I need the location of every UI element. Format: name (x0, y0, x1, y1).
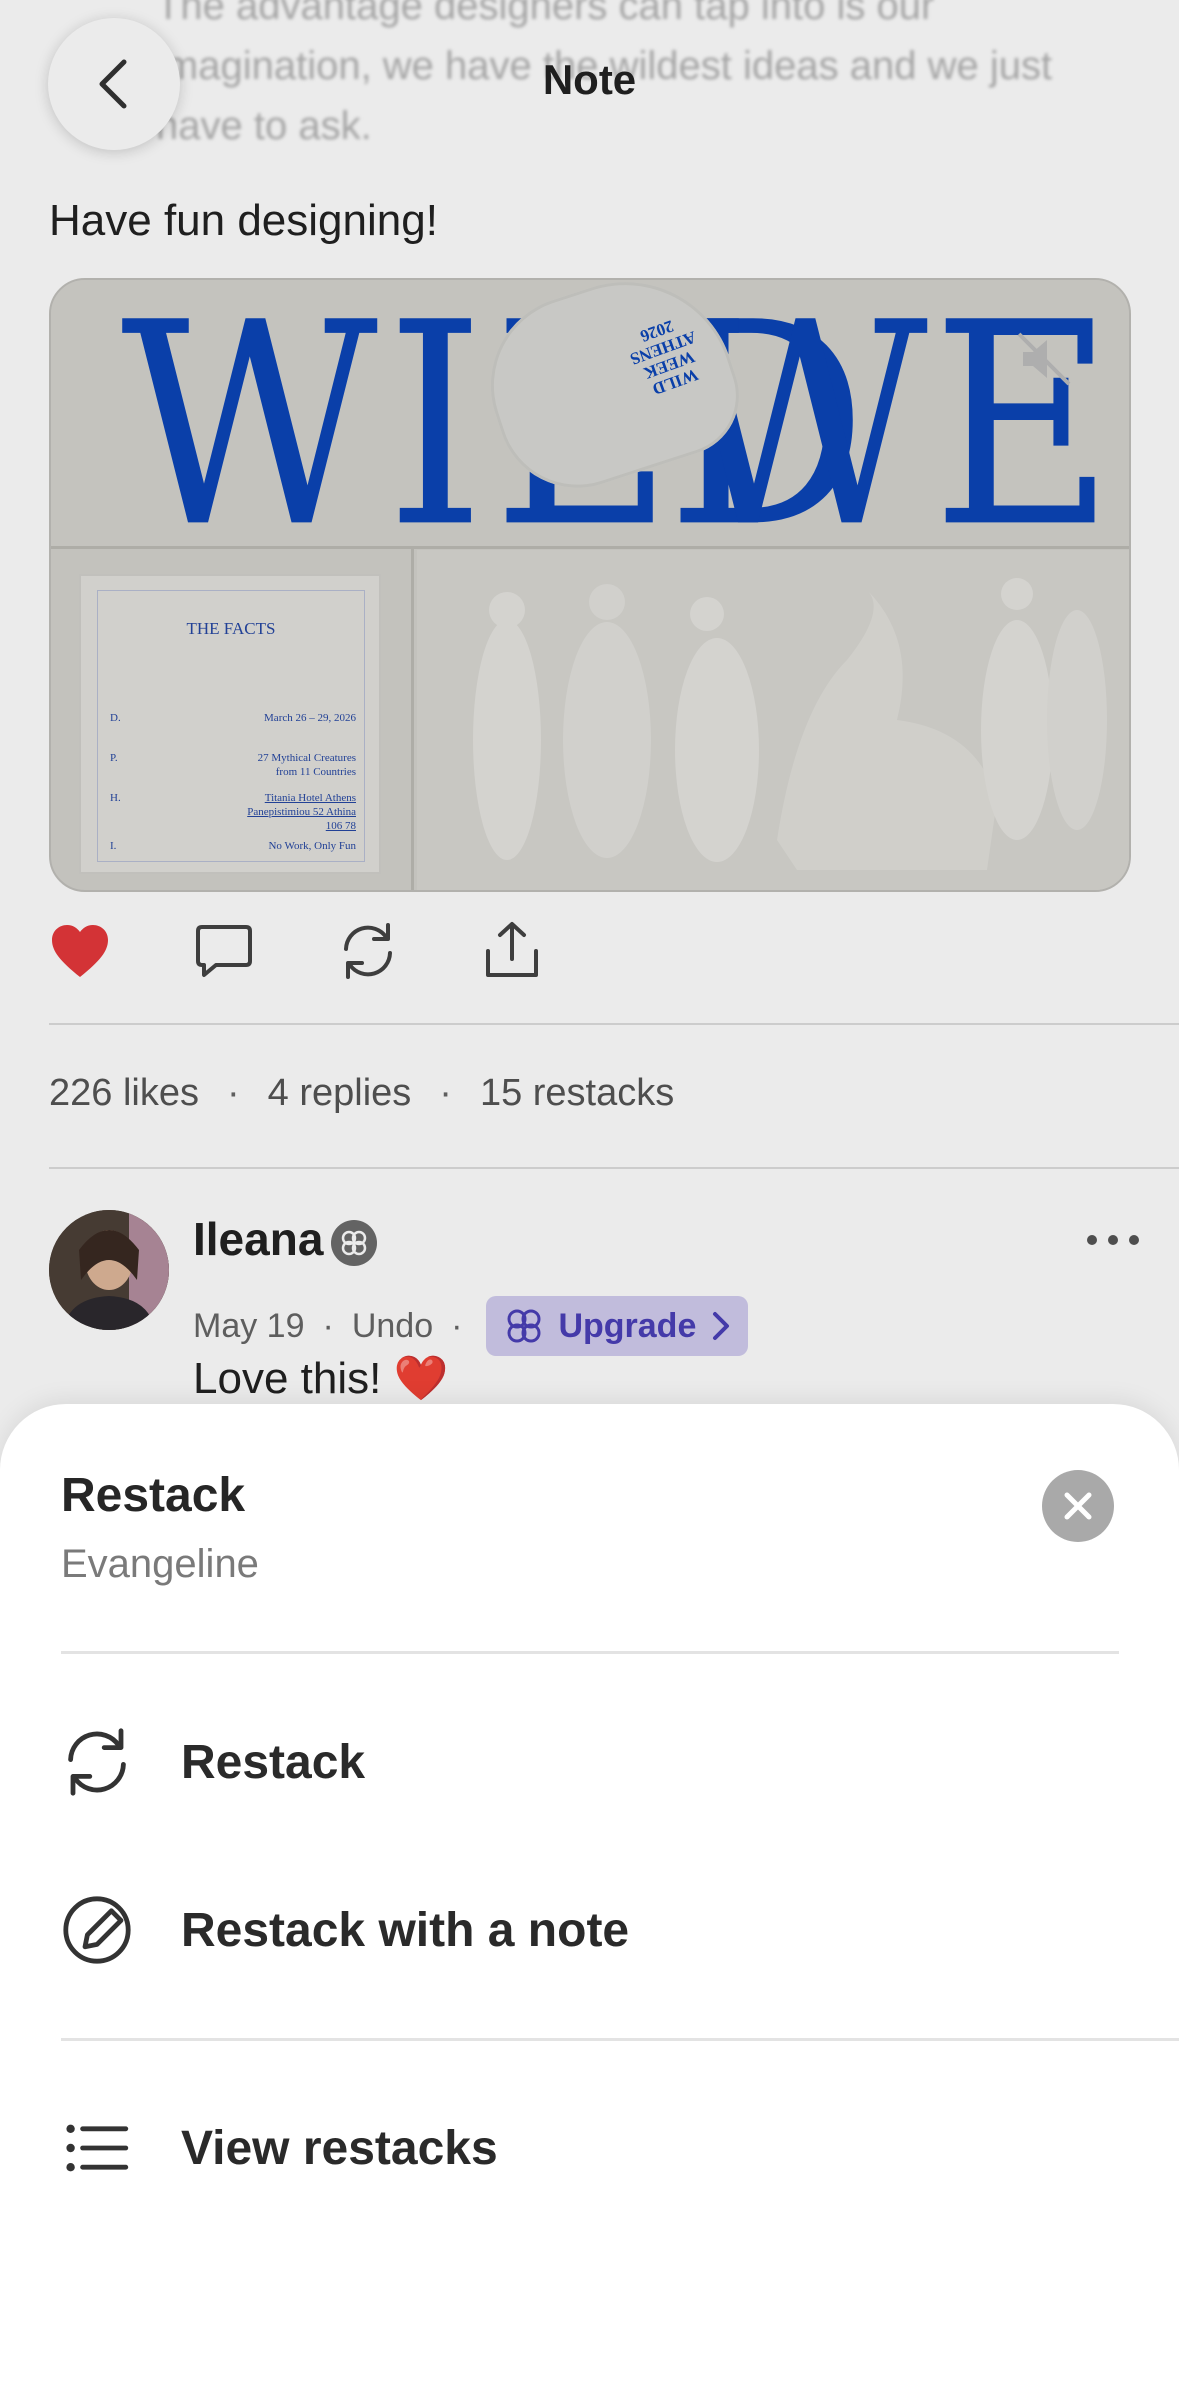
divider (61, 2038, 1179, 2041)
restack-sheet: Restack Evangeline Restack Restack with … (0, 1404, 1179, 2396)
sheet-title: Restack (61, 1469, 246, 1522)
restack-with-note-option[interactable]: Restack with a note (61, 1870, 1121, 1990)
list-icon (61, 2103, 151, 2193)
close-button[interactable] (1042, 1470, 1114, 1542)
divider (61, 1651, 1119, 1654)
sheet-subtitle: Evangeline (61, 1542, 259, 1586)
close-icon (1064, 1492, 1092, 1520)
restack-icon (61, 1717, 151, 1807)
view-restacks-option[interactable]: View restacks (61, 2088, 1121, 2208)
option-label: Restack (181, 1735, 366, 1789)
option-label: Restack with a note (181, 1903, 630, 1957)
pencil-icon (61, 1885, 151, 1975)
option-label: View restacks (181, 2121, 498, 2175)
restack-option[interactable]: Restack (61, 1702, 1121, 1822)
